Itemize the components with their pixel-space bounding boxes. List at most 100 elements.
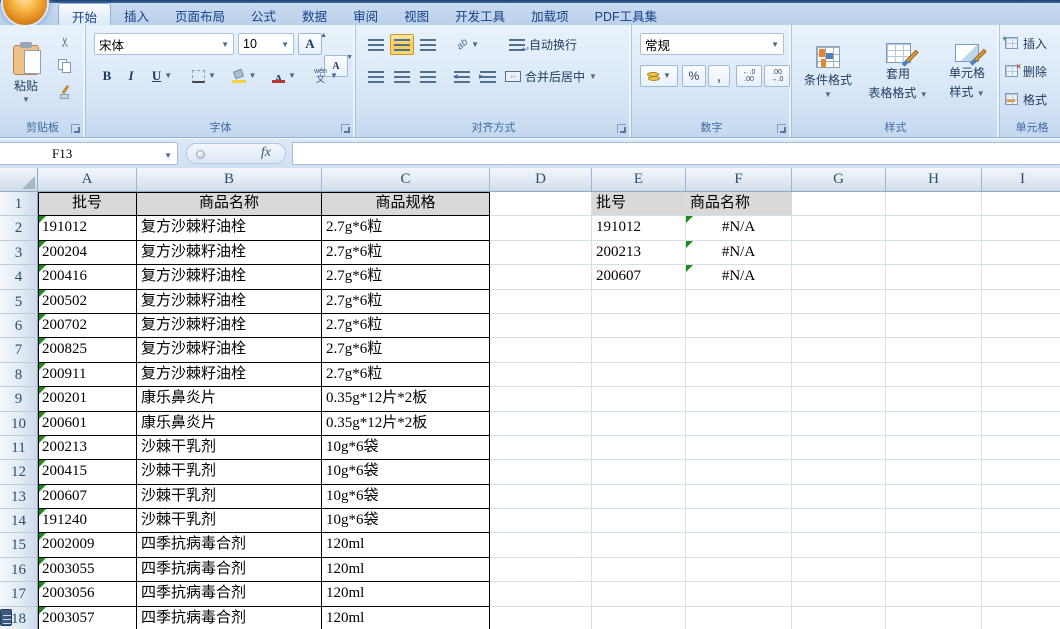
cell-D5[interactable] bbox=[490, 290, 592, 314]
cell-E14[interactable] bbox=[592, 509, 686, 533]
cell-C18[interactable]: 120ml bbox=[322, 607, 490, 629]
cell-F15[interactable] bbox=[686, 533, 792, 557]
cell-I18[interactable] bbox=[982, 607, 1060, 629]
cell-A10[interactable]: 200601 bbox=[38, 412, 137, 436]
underline-button[interactable]: U▼ bbox=[144, 65, 180, 87]
cell-E15[interactable] bbox=[592, 533, 686, 557]
number-dialog-launcher-icon[interactable] bbox=[777, 124, 786, 133]
cell-H8[interactable] bbox=[886, 363, 982, 387]
cell-I16[interactable] bbox=[982, 558, 1060, 582]
name-box[interactable]: F13 ▼ bbox=[0, 142, 178, 165]
row-header-12[interactable]: 12 bbox=[0, 460, 38, 484]
row-header-13[interactable]: 13 bbox=[0, 485, 38, 509]
cell-B6[interactable]: 复方沙棘籽油栓 bbox=[137, 314, 322, 338]
column-header-I[interactable]: I bbox=[982, 168, 1060, 192]
cell-H17[interactable] bbox=[886, 582, 982, 606]
ribbon-tab-2[interactable]: 页面布局 bbox=[162, 3, 238, 25]
cell-styles-button[interactable]: 单元格 样式 ▼ bbox=[936, 29, 998, 115]
cell-H14[interactable] bbox=[886, 509, 982, 533]
phonetic-guide-button[interactable]: wén文▼ bbox=[306, 65, 346, 87]
cell-H12[interactable] bbox=[886, 460, 982, 484]
cell-D4[interactable] bbox=[490, 265, 592, 289]
cell-D1[interactable] bbox=[490, 192, 592, 216]
cell-B12[interactable]: 沙棘干乳剂 bbox=[137, 460, 322, 484]
cell-D16[interactable] bbox=[490, 558, 592, 582]
row-header-10[interactable]: 10 bbox=[0, 412, 38, 436]
cell-I9[interactable] bbox=[982, 387, 1060, 411]
cell-I1[interactable] bbox=[982, 192, 1060, 216]
cell-F13[interactable] bbox=[686, 485, 792, 509]
column-header-G[interactable]: G bbox=[792, 168, 886, 192]
cell-G6[interactable] bbox=[792, 314, 886, 338]
cell-F14[interactable] bbox=[686, 509, 792, 533]
row-header-2[interactable]: 2 bbox=[0, 216, 38, 240]
cell-I7[interactable] bbox=[982, 338, 1060, 362]
insert-function-button[interactable]: fx bbox=[186, 143, 286, 164]
cell-C3[interactable]: 2.7g*6粒 bbox=[322, 241, 490, 265]
cell-B14[interactable]: 沙棘干乳剂 bbox=[137, 509, 322, 533]
cell-E1[interactable]: 批号 bbox=[592, 192, 686, 216]
cell-A15[interactable]: 2002009 bbox=[38, 533, 137, 557]
cell-E3[interactable]: 200213 bbox=[592, 241, 686, 265]
cell-B16[interactable]: 四季抗病毒合剂 bbox=[137, 558, 322, 582]
cell-E12[interactable] bbox=[592, 460, 686, 484]
cell-H11[interactable] bbox=[886, 436, 982, 460]
font-size-combo[interactable]: 10▼ bbox=[238, 33, 294, 55]
cell-F11[interactable] bbox=[686, 436, 792, 460]
cell-A7[interactable]: 200825 bbox=[38, 338, 137, 362]
clipboard-dialog-launcher-icon[interactable] bbox=[71, 124, 80, 133]
column-header-D[interactable]: D bbox=[490, 168, 592, 192]
percent-style-button[interactable]: % bbox=[682, 65, 706, 87]
cell-A17[interactable]: 2003056 bbox=[38, 582, 137, 606]
cell-I14[interactable] bbox=[982, 509, 1060, 533]
cell-F1[interactable]: 商品名称 bbox=[686, 192, 792, 216]
cell-I13[interactable] bbox=[982, 485, 1060, 509]
cell-D7[interactable] bbox=[490, 338, 592, 362]
cell-F6[interactable] bbox=[686, 314, 792, 338]
decrease-decimal-button[interactable]: .00 →.0 bbox=[764, 65, 790, 87]
format-as-table-button[interactable]: 套用 表格格式 ▼ bbox=[862, 29, 934, 115]
cell-F8[interactable] bbox=[686, 363, 792, 387]
cell-G13[interactable] bbox=[792, 485, 886, 509]
font-name-combo[interactable]: 宋体▼ bbox=[94, 33, 234, 55]
cell-F10[interactable] bbox=[686, 412, 792, 436]
cell-D18[interactable] bbox=[490, 607, 592, 629]
cell-D2[interactable] bbox=[490, 216, 592, 240]
cell-I4[interactable] bbox=[982, 265, 1060, 289]
cell-G14[interactable] bbox=[792, 509, 886, 533]
cell-I17[interactable] bbox=[982, 582, 1060, 606]
accounting-format-button[interactable]: ▼ bbox=[640, 65, 678, 87]
orientation-button[interactable]: ab▼ bbox=[450, 34, 486, 55]
row-header-8[interactable]: 8 bbox=[0, 363, 38, 387]
cell-I5[interactable] bbox=[982, 290, 1060, 314]
cell-I10[interactable] bbox=[982, 412, 1060, 436]
cell-F5[interactable] bbox=[686, 290, 792, 314]
cell-F4[interactable]: #N/A bbox=[686, 265, 792, 289]
cell-F7[interactable] bbox=[686, 338, 792, 362]
row-header-11[interactable]: 11 bbox=[0, 436, 38, 460]
ribbon-tab-9[interactable]: PDF工具集 bbox=[582, 3, 671, 25]
cell-D14[interactable] bbox=[490, 509, 592, 533]
cell-E5[interactable] bbox=[592, 290, 686, 314]
border-button[interactable]: ▼ bbox=[186, 65, 222, 87]
cell-G18[interactable] bbox=[792, 607, 886, 629]
row-header-15[interactable]: 15 bbox=[0, 533, 38, 557]
cell-C9[interactable]: 0.35g*12片*2板 bbox=[322, 387, 490, 411]
cell-G4[interactable] bbox=[792, 265, 886, 289]
cell-E16[interactable] bbox=[592, 558, 686, 582]
increase-indent-button[interactable]: ▸ bbox=[476, 66, 500, 87]
cell-C1[interactable]: 商品规格 bbox=[322, 192, 490, 216]
cell-H18[interactable] bbox=[886, 607, 982, 629]
align-top-button[interactable] bbox=[364, 34, 388, 55]
select-all-corner[interactable] bbox=[0, 168, 38, 192]
cell-E4[interactable]: 200607 bbox=[592, 265, 686, 289]
delete-cells-button[interactable]: × 删除 bbox=[1004, 61, 1060, 81]
cell-C5[interactable]: 2.7g*6粒 bbox=[322, 290, 490, 314]
cell-F2[interactable]: #N/A bbox=[686, 216, 792, 240]
cell-H15[interactable] bbox=[886, 533, 982, 557]
cell-D3[interactable] bbox=[490, 241, 592, 265]
cell-G2[interactable] bbox=[792, 216, 886, 240]
cell-B13[interactable]: 沙棘干乳剂 bbox=[137, 485, 322, 509]
cell-G8[interactable] bbox=[792, 363, 886, 387]
cell-B9[interactable]: 康乐鼻炎片 bbox=[137, 387, 322, 411]
